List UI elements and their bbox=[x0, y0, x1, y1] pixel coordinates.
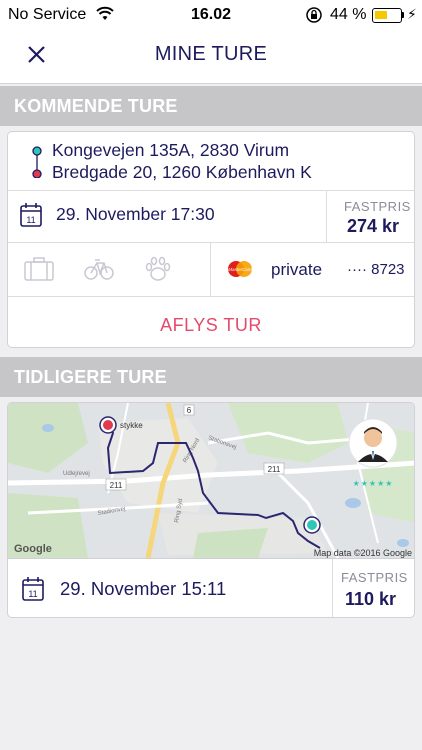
pickup-address: Kongevejen 135A, 2830 Virum bbox=[52, 140, 290, 160]
star-icon: ★ bbox=[352, 479, 361, 488]
options-row: MasterCard private ···· 8723 bbox=[8, 242, 414, 297]
svg-text:211: 211 bbox=[268, 465, 281, 474]
divider bbox=[332, 559, 333, 617]
mastercard-icon: MasterCard bbox=[228, 261, 252, 277]
divider bbox=[210, 243, 211, 297]
trip-map: 211 211 6 Ring Nord Ring Syd Stationsvej… bbox=[8, 403, 414, 558]
upcoming-trip-card: Kongevejen 135A, 2830 Virum Bredgade 20,… bbox=[7, 131, 415, 348]
calendar-day: 11 bbox=[26, 215, 35, 225]
section-header-past: TIDLIGERE TURE bbox=[0, 357, 422, 397]
cancel-trip-button[interactable]: AFLYS TUR bbox=[8, 315, 414, 336]
past-date-row: 11 29. November 15:11 FASTPRIS 110 kr bbox=[8, 558, 414, 617]
luggage-icon[interactable] bbox=[24, 257, 54, 281]
page-title: MINE TURE bbox=[154, 43, 268, 65]
status-bar: No Service 16.02 44 % ⚡ bbox=[0, 0, 422, 30]
paw-icon[interactable] bbox=[144, 255, 172, 283]
route-icon bbox=[32, 146, 42, 178]
date-row: 11 29. November 17:30 FASTPRIS 274 kr bbox=[8, 190, 414, 243]
past-trip-price: 110 kr bbox=[345, 589, 397, 609]
battery-percent: 44 % bbox=[330, 6, 367, 23]
bottom-spacer bbox=[0, 722, 422, 750]
star-icon: ★ bbox=[368, 479, 378, 488]
past-trip-card[interactable]: 211 211 6 Ring Nord Ring Syd Stationsvej… bbox=[7, 402, 415, 618]
calendar-icon: 11 bbox=[20, 203, 42, 227]
cancel-row: AFLYS TUR bbox=[8, 296, 414, 347]
past-price-label: FASTPRIS bbox=[341, 570, 408, 585]
payment-name: private bbox=[271, 260, 323, 279]
bicycle-icon[interactable] bbox=[84, 257, 114, 281]
rotation-lock-icon bbox=[306, 7, 322, 23]
trip-datetime: 29. November 17:30 bbox=[56, 204, 215, 224]
driver-rating: ★★★★★ bbox=[348, 479, 398, 488]
past-trip-datetime: 29. November 15:11 bbox=[60, 578, 227, 599]
svg-text:stykke: stykke bbox=[120, 421, 143, 430]
card-number: ···· 8723 bbox=[347, 261, 405, 278]
star-icon: ★ bbox=[360, 479, 369, 488]
svg-text:211: 211 bbox=[110, 481, 123, 490]
dropoff-address: Bredgade 20, 1260 København K bbox=[52, 162, 312, 182]
divider bbox=[326, 191, 327, 243]
trip-price: 274 kr bbox=[347, 216, 400, 236]
calendar-icon: 11 bbox=[22, 577, 44, 601]
star-icon: ★ bbox=[385, 479, 394, 488]
battery-tip bbox=[402, 12, 404, 18]
battery-icon bbox=[372, 8, 402, 23]
charging-icon: ⚡ bbox=[407, 6, 417, 22]
svg-text:6: 6 bbox=[187, 406, 192, 415]
google-logo: Google bbox=[14, 543, 52, 555]
price-label: FASTPRIS bbox=[344, 199, 411, 214]
svg-text:MasterCard: MasterCard bbox=[228, 267, 252, 272]
nav-bar: MINE TURE bbox=[0, 30, 422, 84]
svg-text:Udlejrevej: Udlejrevej bbox=[63, 471, 90, 477]
driver-avatar[interactable] bbox=[348, 418, 398, 468]
map-attribution: Map data ©2016 Google bbox=[313, 548, 412, 558]
calendar-day: 11 bbox=[28, 589, 37, 599]
section-header-upcoming: KOMMENDE TURE bbox=[0, 86, 422, 126]
